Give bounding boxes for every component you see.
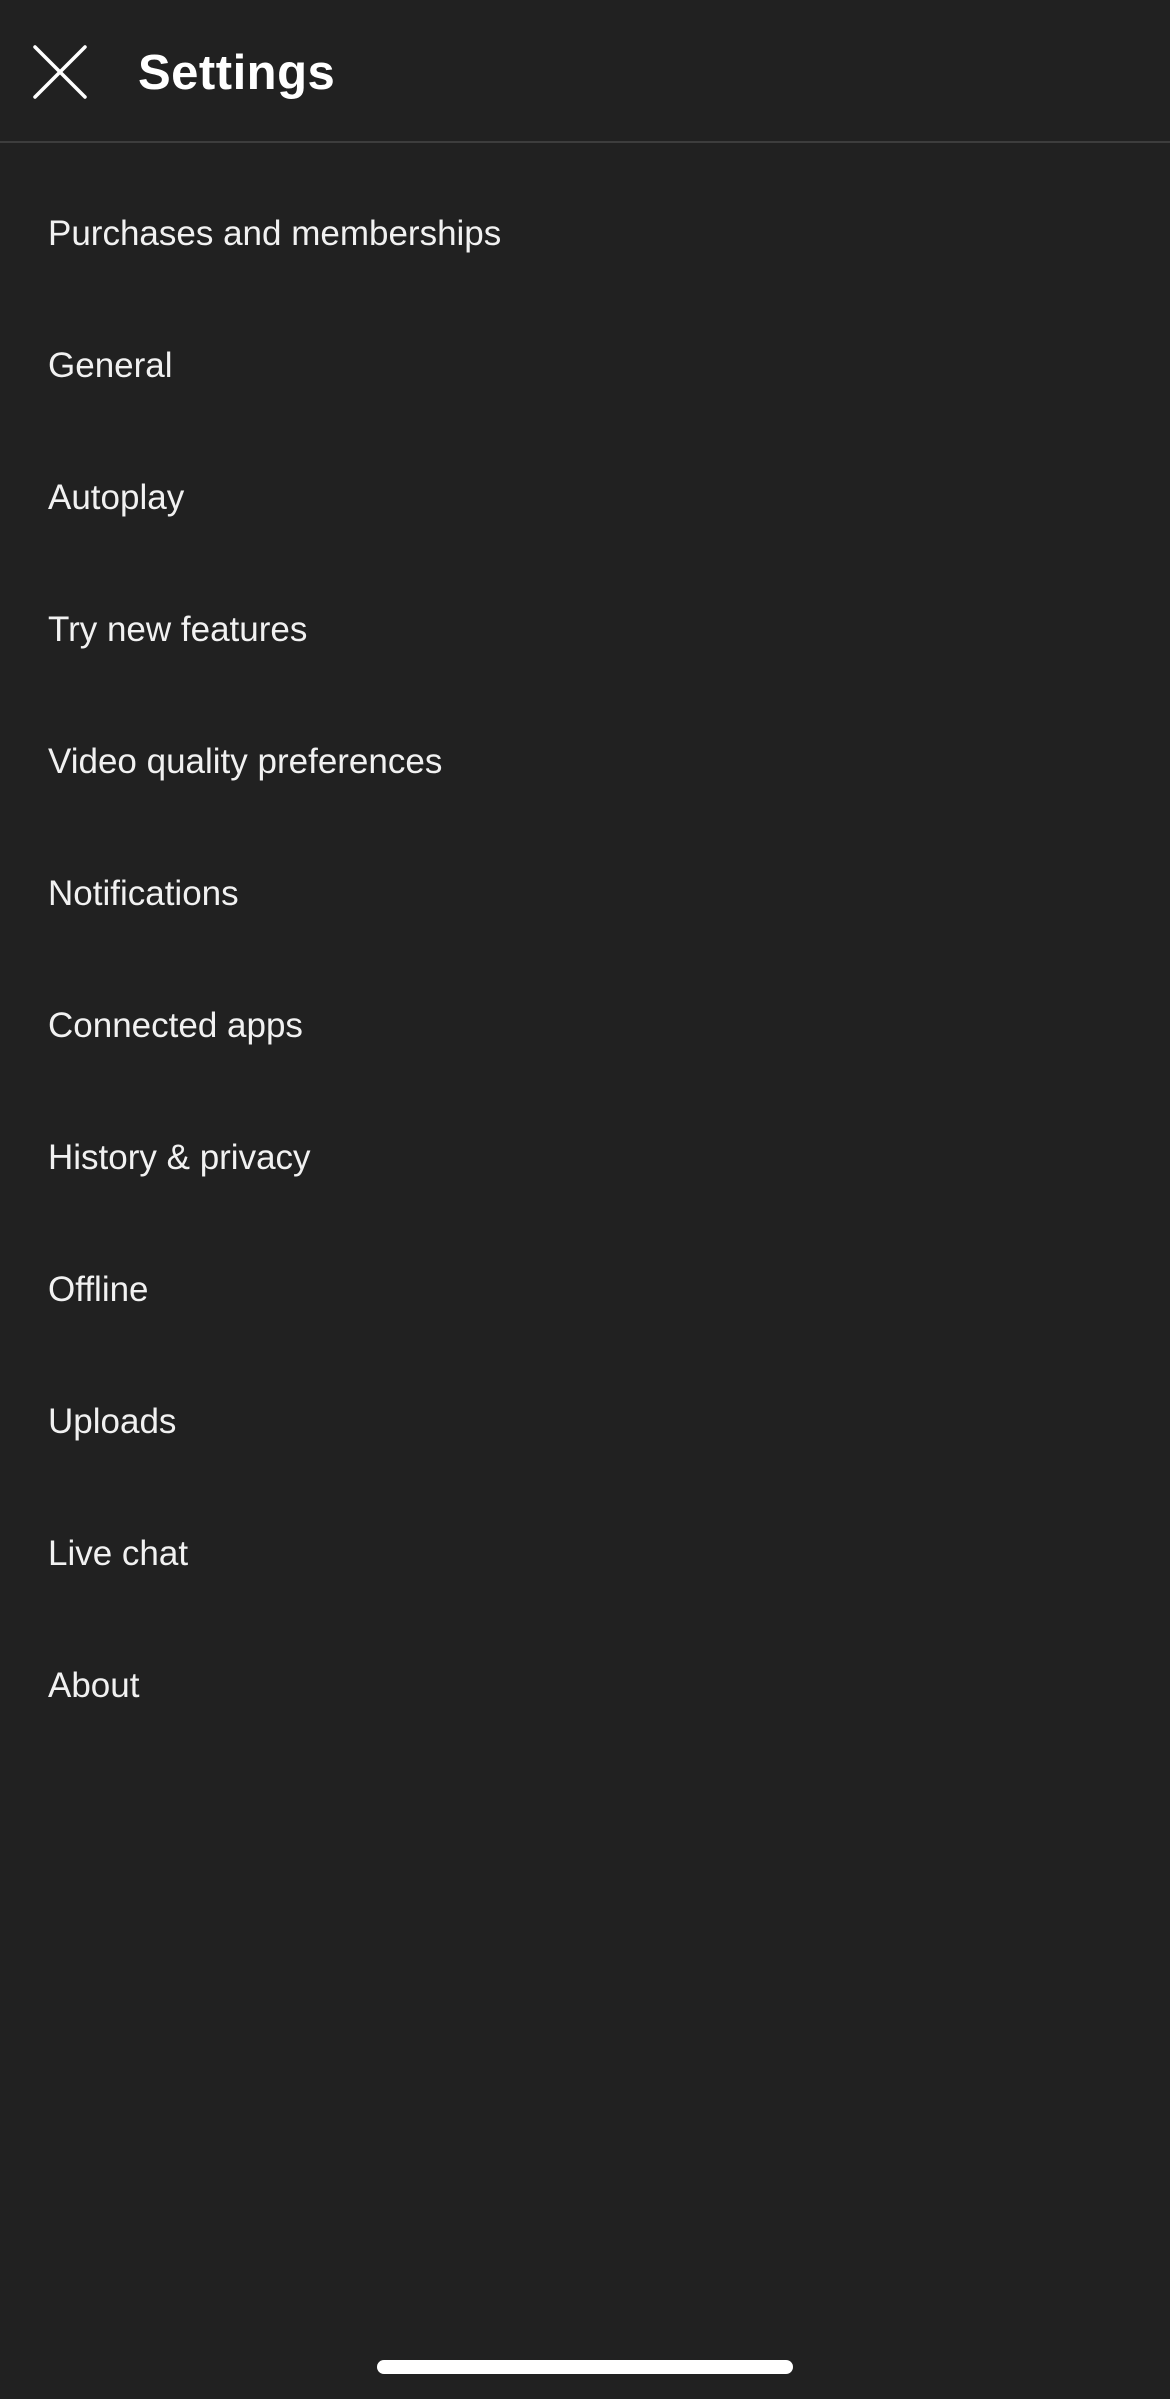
home-indicator[interactable] (377, 2360, 793, 2374)
settings-item-offline[interactable]: Offline (0, 1224, 1170, 1356)
settings-item-history-privacy[interactable]: History & privacy (0, 1092, 1170, 1224)
settings-item-video-quality-preferences[interactable]: Video quality preferences (0, 696, 1170, 828)
settings-item-uploads[interactable]: Uploads (0, 1356, 1170, 1488)
app-bar: Settings (0, 0, 1170, 143)
settings-item-connected-apps[interactable]: Connected apps (0, 960, 1170, 1092)
settings-item-general[interactable]: General (0, 300, 1170, 432)
settings-item-about[interactable]: About (0, 1620, 1170, 1752)
page-title: Settings (138, 46, 336, 100)
settings-list: Purchases and memberships General Autopl… (0, 168, 1170, 1752)
close-button[interactable] (18, 30, 102, 114)
settings-item-try-new-features[interactable]: Try new features (0, 564, 1170, 696)
settings-screen: Settings Purchases and memberships Gener… (0, 0, 1170, 2399)
settings-item-purchases-and-memberships[interactable]: Purchases and memberships (0, 168, 1170, 300)
close-icon (33, 45, 87, 99)
settings-item-notifications[interactable]: Notifications (0, 828, 1170, 960)
settings-item-live-chat[interactable]: Live chat (0, 1488, 1170, 1620)
settings-item-autoplay[interactable]: Autoplay (0, 432, 1170, 564)
